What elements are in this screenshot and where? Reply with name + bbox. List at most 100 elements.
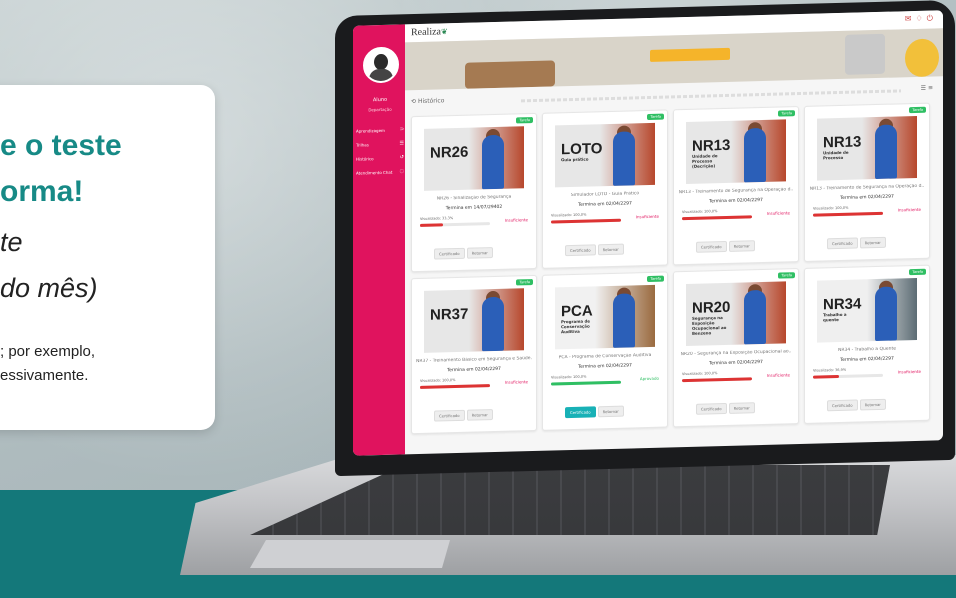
course-title: NR37 - Treinamento Básico em Segurança e… (416, 356, 532, 365)
certificate-button[interactable]: Certificado (827, 399, 858, 412)
list-icon: ☰ (399, 140, 404, 147)
sidebar-item-aprendizagem[interactable]: Aprendizagem ⊃ (356, 122, 404, 137)
course-thumbnail[interactable]: NR20 Segurança na Exposição Ocupacional a… (686, 281, 786, 347)
progress-bar (813, 211, 883, 217)
task-badge: Tarefa (516, 117, 533, 124)
app-logo[interactable]: Realiza❦ (411, 26, 448, 38)
course-card[interactable]: Tarefa NR20 Segurança na Exposição Ocupaci… (673, 268, 799, 428)
progress-bar-fill (682, 377, 752, 383)
course-progress-row: Visualizado: 100,0% Aprovado (551, 373, 659, 392)
certificate-button[interactable]: Certificado (565, 406, 596, 419)
course-card[interactable]: Tarefa NR26 NR26 - Sinalização de Seguranç… (411, 112, 537, 273)
viewed-percent: Visualizado: 100,0% (813, 205, 849, 211)
certificate-button[interactable]: Certificado (434, 247, 465, 260)
course-thumbnail[interactable]: NR34 Trabalho a quente (817, 277, 917, 343)
worker-figure-icon (613, 293, 635, 348)
course-title: NR13 - Treinamento de Segurança na Opera… (678, 187, 794, 196)
view-toggle-icons[interactable]: ☰ ≡ (921, 85, 933, 92)
course-card[interactable]: Tarefa NR13 Unidade de Processo (Decrição)… (673, 106, 799, 266)
sidebar-item-trilhas[interactable]: Trilhas ☰ (356, 136, 404, 151)
worker-figure-icon (482, 134, 504, 190)
retry-button[interactable]: Retomar (466, 409, 493, 421)
course-card[interactable]: Tarefa NR34 Trabalho a quente NR34 - Trabal… (804, 264, 930, 424)
course-card[interactable]: Tarefa PCA Programa de Conservação Auditiv… (542, 271, 668, 431)
sidebar-item-historico[interactable]: Histórico ↺ (356, 150, 404, 165)
course-card[interactable]: Tarefa LOTO Guia prático Simulador LOTO - G… (542, 109, 668, 269)
chat-icon: ◌ (399, 168, 404, 175)
course-thumbnail[interactable]: NR13 Unidade de Processo (817, 115, 917, 181)
card-actions: Certificado Retomar (565, 398, 626, 419)
course-card[interactable]: Tarefa NR13 Unidade de Processo NR13 - Trei… (804, 102, 930, 262)
certificate-button[interactable]: Certificado (565, 244, 596, 257)
course-status: Insuficiente (897, 368, 921, 375)
course-end-date: Termina em 02/04/2297 (709, 197, 763, 205)
course-thumbnail[interactable]: NR26 (424, 126, 524, 191)
promo-italic-1: te (0, 227, 23, 257)
course-thumbnail[interactable]: NR13 Unidade de Processo (Decrição) (686, 119, 786, 185)
progress-bar-fill (551, 218, 621, 224)
worker-figure-icon (744, 127, 766, 183)
banner-desk-image (465, 60, 555, 89)
progress-bar (420, 222, 490, 227)
notification-icon[interactable]: ✉ (905, 14, 916, 23)
progress-bar-fill (551, 380, 621, 386)
retry-button[interactable]: Retomar (728, 240, 755, 252)
certificate-button[interactable]: Certificado (827, 237, 858, 250)
card-actions: Certificado Retomar (565, 236, 626, 257)
course-status: Insuficiente (504, 379, 528, 385)
thumbnail-subtitle: Guia prático (561, 156, 589, 163)
viewed-percent: Visualizado: 100,0% (420, 378, 456, 383)
retry-button[interactable]: Retomar (466, 247, 493, 259)
course-status: Insuficiente (897, 206, 921, 213)
retry-button[interactable]: Retomar (597, 243, 624, 256)
promo-headline-1: e o teste (0, 129, 122, 162)
course-progress-row: Visualizado: 33,3% Insuficiente (420, 214, 528, 233)
power-icon[interactable]: ⏻ (927, 13, 937, 22)
certificate-button[interactable]: Certificado (696, 402, 727, 415)
viewed-percent: Visualizado: 100,0% (682, 209, 718, 215)
course-thumbnail[interactable]: PCA Programa de Conservação Auditiva (555, 284, 655, 350)
sidebar-item-chat[interactable]: Atendimento Chat ◌ (356, 164, 404, 179)
banner-cta-button[interactable] (650, 47, 730, 62)
card-actions: Certificado Retomar (434, 401, 495, 422)
retry-button[interactable]: Retomar (859, 398, 886, 411)
thumbnail-subtitle: Trabalho a quente (823, 311, 847, 323)
thumbnail-code: NR37 (430, 305, 469, 324)
course-end-date: Termina em 02/04/2297 (709, 359, 763, 367)
sidebar-item-label: Histórico (356, 155, 374, 162)
course-progress-row: Visualizado: 100,0% Insuficiente (682, 207, 790, 226)
retry-button[interactable]: Retomar (859, 236, 886, 249)
promo-body-2: essivamente. (0, 367, 89, 384)
avatar-body-icon (369, 68, 393, 84)
course-end-date: Termina em 14/07/29402 (445, 204, 503, 212)
progress-bar (551, 380, 621, 386)
laptop-screen: Aluno Departação Aprendizagem ⊃ Trilhas … (353, 10, 943, 456)
course-card[interactable]: Tarefa NR37 NR37 - Treinamento Básico em S… (411, 274, 537, 435)
avatar[interactable] (363, 46, 399, 84)
sidebar-item-label: Atendimento Chat (356, 169, 393, 176)
worker-figure-icon (482, 296, 504, 352)
certificate-button[interactable]: Certificado (434, 409, 465, 422)
worker-figure-icon (744, 289, 766, 345)
progress-bar-fill (420, 223, 444, 227)
book-icon: ⊃ (399, 126, 404, 133)
sidebar-user-name: Aluno (372, 96, 388, 104)
sidebar-item-label: Trilhas (356, 141, 369, 148)
certificate-button[interactable]: Certificado (696, 240, 727, 253)
progress-bar-fill (813, 375, 839, 379)
course-thumbnail[interactable]: LOTO Guia prático (555, 122, 655, 188)
retry-button[interactable]: Retomar (597, 405, 624, 418)
worker-figure-icon (875, 124, 897, 180)
section-title-text: Histórico (417, 97, 445, 106)
bell-icon[interactable]: ♢ (916, 14, 927, 23)
course-title: NR13 - Treinamento de Segurança na Opera… (809, 183, 925, 192)
app-logo-text: Realiza (411, 26, 441, 39)
progress-bar (420, 384, 490, 389)
course-progress-row: Visualizado: 100,0% Insuficiente (420, 376, 528, 395)
leaf-icon: ❦ (440, 27, 448, 37)
task-badge: Tarefa (778, 110, 795, 117)
progress-bar (813, 373, 883, 379)
sidebar-nav: Aprendizagem ⊃ Trilhas ☰ Histórico ↺ Ate… (356, 122, 404, 179)
course-thumbnail[interactable]: NR37 (424, 288, 524, 353)
retry-button[interactable]: Retomar (728, 402, 755, 414)
